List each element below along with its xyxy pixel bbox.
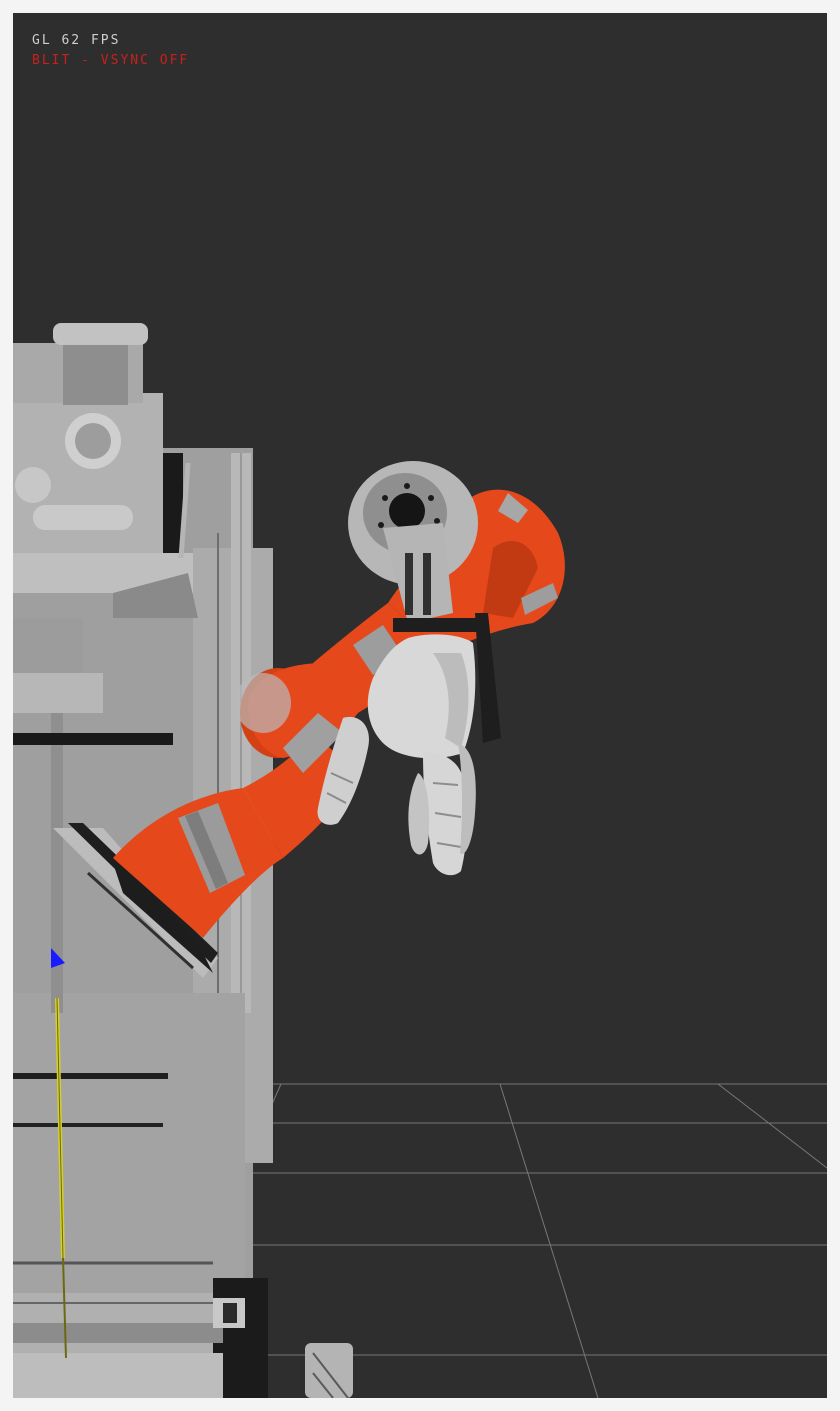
3d-viewport[interactable]: GL 62 FPS BLIT - VSYNC OFF <box>13 13 827 1398</box>
render-mode-label: BLIT - VSYNC OFF <box>32 53 190 68</box>
fps-counter: GL 62 FPS <box>32 33 121 48</box>
robot-scene[interactable] <box>13 13 827 1398</box>
performance-overlay: GL 62 FPS BLIT - VSYNC OFF <box>32 31 189 71</box>
